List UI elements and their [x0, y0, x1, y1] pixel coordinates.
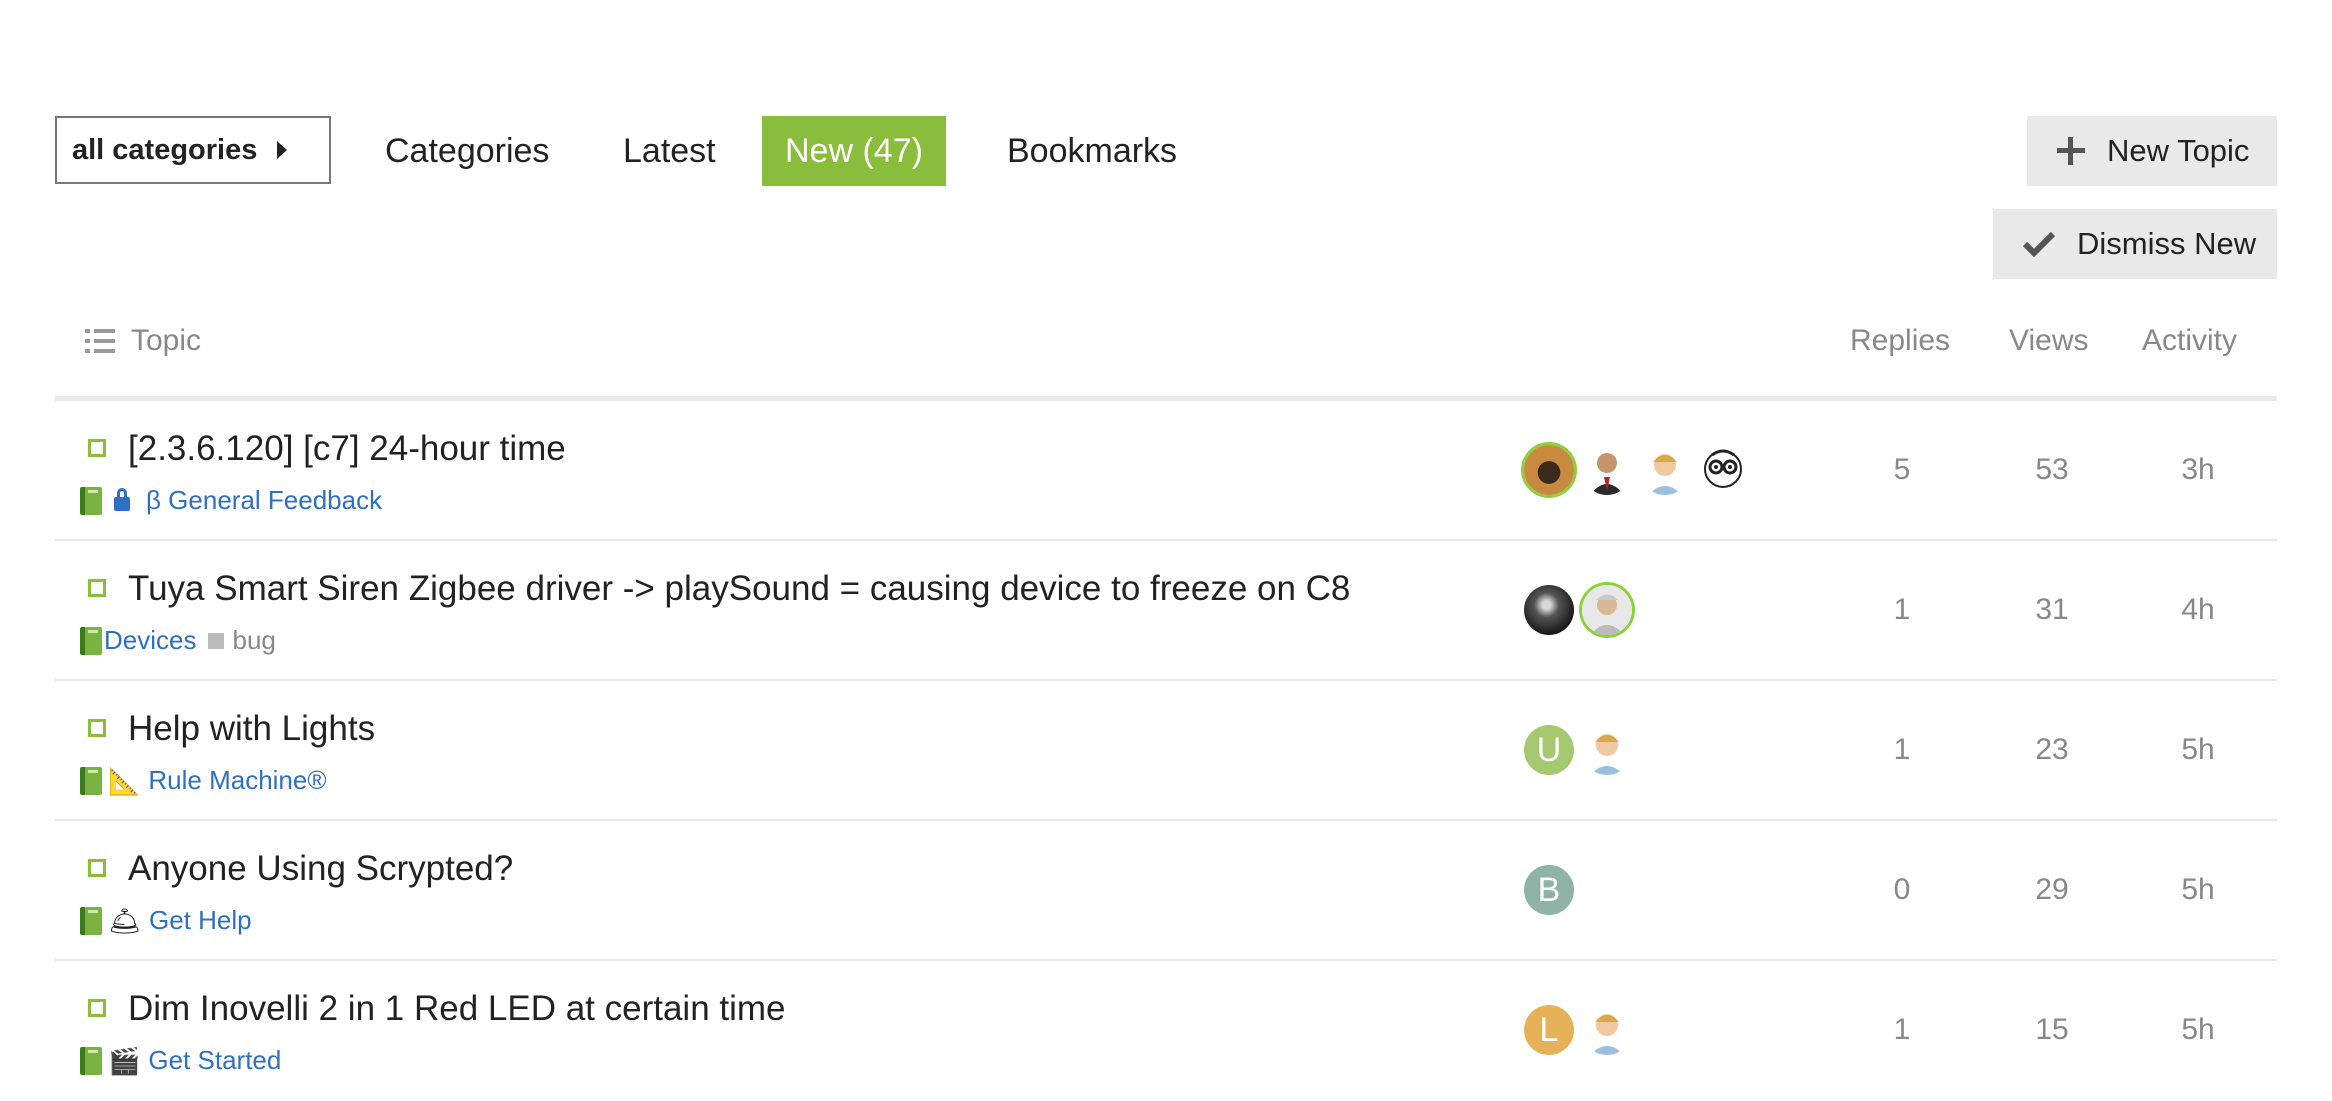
views-count: 15: [2035, 1013, 2069, 1046]
replies-count[interactable]: 0: [1842, 873, 1962, 907]
topic-list-header: Topic Replies Views Activity: [55, 310, 2277, 401]
unread-checkbox[interactable]: [88, 719, 106, 737]
table-row: [2.3.6.120] [c7] 24-hour time β General …: [55, 401, 2277, 541]
bell-icon: 🛎: [108, 905, 142, 936]
posters: L: [1524, 1005, 1640, 1057]
replies-count[interactable]: 1: [1842, 733, 1962, 767]
replies-count[interactable]: 1: [1842, 1013, 1962, 1047]
unread-checkbox[interactable]: [88, 999, 106, 1017]
topic-category: 🛎 Get Help: [80, 905, 252, 936]
topic-title-link[interactable]: Tuya Smart Siren Zigbee driver -> playSo…: [128, 569, 1350, 609]
new-topic-label: New Topic: [2107, 133, 2250, 168]
activity-time[interactable]: 4h: [2138, 593, 2258, 627]
table-row: Dim Inovelli 2 in 1 Red LED at certain t…: [55, 961, 2277, 1101]
posters: U: [1524, 725, 1640, 777]
avatar[interactable]: B: [1524, 865, 1574, 915]
activity-time[interactable]: 5h: [2138, 873, 2258, 907]
checkmark-icon: [2023, 231, 2055, 257]
posters: B: [1524, 865, 1582, 917]
tag-square-icon: [208, 632, 225, 649]
topic-title-link[interactable]: [2.3.6.120] [c7] 24-hour time: [128, 429, 566, 469]
avatar[interactable]: L: [1524, 1005, 1574, 1055]
topic-title-link[interactable]: Anyone Using Scrypted?: [128, 849, 513, 889]
topic-category: Devices bug: [80, 625, 276, 656]
avatar[interactable]: [1582, 1005, 1632, 1055]
tag-link[interactable]: bug: [232, 625, 275, 656]
avatar[interactable]: [1582, 445, 1632, 495]
dismiss-new-button[interactable]: Dismiss New: [1993, 209, 2277, 279]
avatar[interactable]: [1582, 585, 1632, 635]
table-row: Tuya Smart Siren Zigbee driver -> playSo…: [55, 541, 2277, 681]
book-icon: [80, 486, 102, 515]
activity-time[interactable]: 5h: [2138, 733, 2258, 767]
category-link[interactable]: Devices: [104, 625, 196, 656]
topic-category: β General Feedback: [80, 485, 382, 516]
category-link[interactable]: Get Started: [148, 1045, 281, 1076]
topic-header-label: Topic: [131, 324, 202, 357]
plus-icon: [2057, 137, 2085, 165]
caret-right-icon: [277, 141, 288, 159]
replies-count[interactable]: 5: [1842, 453, 1962, 487]
topic-column-header[interactable]: Topic: [85, 324, 201, 358]
book-icon: [80, 1046, 102, 1075]
dismiss-new-label: Dismiss New: [2077, 226, 2257, 261]
topic-category: 🎬 Get Started: [80, 1045, 281, 1076]
table-row: Help with Lights 📐 Rule Machine® U 1 23 …: [55, 681, 2277, 821]
triangular-ruler-icon: 📐: [108, 765, 141, 796]
avatar[interactable]: [1582, 725, 1632, 775]
navigation-bar: all categories Categories Latest New (47…: [55, 116, 2277, 186]
list-icon: [85, 329, 115, 353]
views-count: 53: [2035, 453, 2069, 486]
category-link[interactable]: β General Feedback: [146, 485, 382, 516]
nav-item-bookmarks[interactable]: Bookmarks: [984, 116, 1200, 186]
views-count: 23: [2035, 733, 2069, 766]
avatar[interactable]: [1698, 445, 1748, 495]
unread-checkbox[interactable]: [88, 439, 106, 457]
lock-icon: [114, 487, 130, 511]
replies-column-header[interactable]: Replies: [1850, 324, 1950, 358]
views-count: 31: [2035, 593, 2069, 626]
category-dropdown[interactable]: all categories: [55, 116, 331, 184]
book-icon: [80, 766, 102, 795]
table-row: Anyone Using Scrypted? 🛎 Get Help B 0 29…: [55, 821, 2277, 961]
posters: [1524, 445, 1756, 497]
nav-item-latest[interactable]: Latest: [600, 116, 739, 186]
topic-title-link[interactable]: Help with Lights: [128, 709, 375, 749]
nav-item-categories[interactable]: Categories: [362, 116, 572, 186]
category-dropdown-label: all categories: [72, 133, 258, 166]
activity-column-header[interactable]: Activity: [2142, 324, 2237, 358]
topic-category: 📐 Rule Machine®: [80, 765, 327, 796]
category-link[interactable]: Rule Machine®: [148, 765, 326, 796]
replies-count[interactable]: 1: [1842, 593, 1962, 627]
avatar[interactable]: [1524, 585, 1574, 635]
activity-time[interactable]: 5h: [2138, 1013, 2258, 1047]
topic-title-link[interactable]: Dim Inovelli 2 in 1 Red LED at certain t…: [128, 989, 786, 1029]
book-icon: [80, 906, 102, 935]
posters: [1524, 585, 1640, 637]
unread-checkbox[interactable]: [88, 579, 106, 597]
new-topic-button[interactable]: New Topic: [2027, 116, 2277, 186]
clapper-board-icon: 🎬: [108, 1045, 141, 1076]
avatar[interactable]: U: [1524, 725, 1574, 775]
avatar[interactable]: [1524, 445, 1574, 495]
avatar[interactable]: [1640, 445, 1690, 495]
unread-checkbox[interactable]: [88, 859, 106, 877]
category-link[interactable]: Get Help: [149, 905, 252, 936]
activity-time[interactable]: 3h: [2138, 453, 2258, 487]
views-column-header[interactable]: Views: [2009, 324, 2088, 358]
book-icon: [80, 626, 102, 655]
views-count: 29: [2035, 873, 2069, 906]
nav-item-new[interactable]: New (47): [762, 116, 946, 186]
